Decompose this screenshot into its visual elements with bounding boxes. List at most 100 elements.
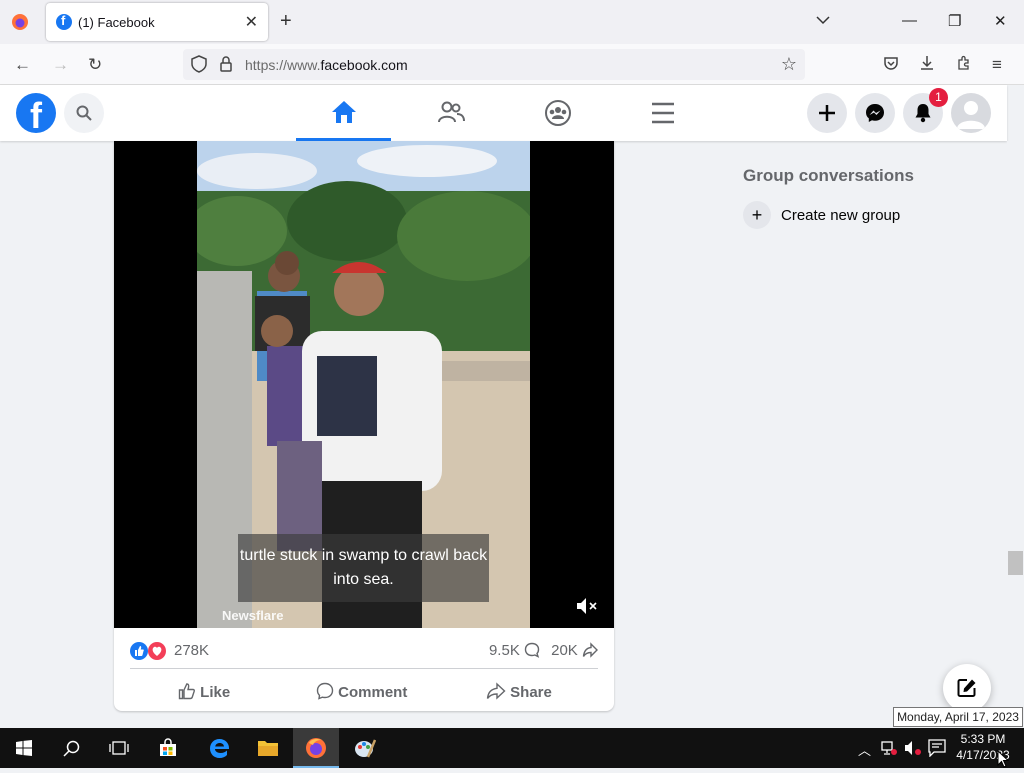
tab-title: (1) Facebook: [78, 15, 155, 30]
start-button[interactable]: [0, 728, 46, 768]
close-tab-icon[interactable]: ✕: [245, 12, 258, 32]
compose-icon: [957, 679, 976, 697]
friends-icon: [438, 101, 465, 123]
share-label: Share: [510, 684, 552, 701]
messenger-button[interactable]: [855, 93, 895, 133]
thumbs-up-icon: [178, 683, 195, 700]
windows-taskbar: ︿ 5:33 PM 4/17/2023: [0, 728, 1024, 768]
store-icon: [160, 738, 176, 756]
video-caption: turtle stuck in swamp to crawl back into…: [238, 534, 489, 602]
nav-groups-tab[interactable]: [510, 85, 605, 141]
home-icon: [332, 101, 356, 123]
groups-icon: [545, 100, 571, 126]
action-center-icon[interactable]: [928, 739, 946, 762]
video-post: turtle stuck in swamp to crawl back into…: [114, 141, 614, 711]
share-icon: [486, 682, 506, 700]
edge-icon: [210, 739, 229, 758]
shares-count-value: 20K: [551, 642, 578, 659]
comment-button[interactable]: Comment: [316, 682, 407, 701]
new-tab-button[interactable]: +: [280, 10, 292, 33]
nav-menu-tab[interactable]: [616, 85, 711, 141]
taskbar-search-button[interactable]: [48, 728, 94, 768]
love-reaction-icon[interactable]: [148, 642, 166, 665]
group-conversations-heading: Group conversations: [743, 166, 914, 185]
nav-friends-tab[interactable]: [403, 85, 498, 141]
video-player[interactable]: turtle stuck in swamp to crawl back into…: [114, 141, 614, 628]
search-icon: [63, 740, 80, 757]
restore-button[interactable]: ❐: [948, 12, 961, 30]
volume-muted-icon[interactable]: [904, 740, 922, 761]
url-bar[interactable]: https://www.facebook.com ☆: [183, 49, 805, 80]
search-icon: [76, 105, 92, 121]
show-hidden-icons-button[interactable]: ︿: [858, 740, 871, 759]
back-icon[interactable]: ←: [14, 55, 31, 75]
video-watermark: Newsflare: [222, 608, 284, 623]
taskbar-store[interactable]: [144, 728, 190, 768]
task-view-icon: [109, 741, 129, 755]
taskbar-firefox[interactable]: [293, 728, 339, 768]
search-button[interactable]: [64, 93, 104, 133]
hamburger-icon: [652, 102, 674, 124]
taskbar-paint[interactable]: [342, 728, 388, 768]
forward-icon[interactable]: →: [52, 55, 69, 75]
facebook-favicon-icon: [56, 13, 72, 30]
app-menu-icon[interactable]: ≡: [992, 55, 1002, 75]
share-arrow-icon: [582, 642, 598, 658]
list-all-tabs-icon[interactable]: [816, 12, 830, 30]
firefox-icon: [306, 738, 326, 758]
create-new-group-button[interactable]: + Create new group: [743, 201, 943, 231]
browser-navbar: ← → ↻ https://www.facebook.com ☆ ≡: [0, 44, 1024, 85]
post-actions: Like Comment Share: [130, 673, 598, 709]
comments-count[interactable]: 9.5K: [489, 642, 540, 659]
browser-tabbar: (1) Facebook ✕ + — ❐ ✕: [0, 0, 1024, 44]
new-message-button[interactable]: [943, 664, 991, 712]
messenger-icon: [866, 104, 884, 122]
firefox-menu-icon[interactable]: [10, 12, 30, 32]
lock-icon[interactable]: [219, 56, 233, 77]
share-button[interactable]: Share: [486, 682, 552, 701]
tab-facebook[interactable]: (1) Facebook ✕: [46, 3, 268, 41]
comments-count-value: 9.5K: [488, 642, 520, 659]
comment-label: Comment: [338, 684, 408, 701]
like-reaction-icon[interactable]: [130, 642, 148, 665]
notification-badge: 1: [929, 88, 948, 107]
minimize-button[interactable]: —: [902, 12, 917, 29]
page-scrollbar[interactable]: [1007, 141, 1024, 728]
account-avatar[interactable]: [951, 93, 991, 133]
bookmark-star-icon[interactable]: ☆: [781, 54, 797, 75]
shares-count[interactable]: 20K: [551, 642, 598, 659]
post-stats: 278K 9.5K 20K: [130, 637, 598, 669]
like-label: Like: [200, 684, 231, 701]
nav-home-tab[interactable]: [296, 85, 391, 141]
facebook-header: f 1: [0, 85, 1007, 141]
extensions-icon[interactable]: [956, 55, 972, 76]
bell-icon: [915, 104, 931, 123]
taskbar-file-explorer[interactable]: [244, 728, 290, 768]
reload-icon[interactable]: ↻: [88, 55, 102, 75]
pocket-icon[interactable]: [883, 55, 899, 76]
reactions-count[interactable]: 278K: [174, 642, 209, 659]
create-button[interactable]: [807, 93, 847, 133]
url-text: https://www.facebook.com: [245, 57, 408, 73]
facebook-logo[interactable]: f: [16, 93, 56, 133]
folder-icon: [258, 741, 278, 756]
plus-icon: +: [743, 201, 771, 229]
scrollbar-thumb[interactable]: [1008, 551, 1023, 575]
close-window-button[interactable]: ✕: [994, 12, 1007, 30]
task-view-button[interactable]: [96, 728, 142, 768]
mute-icon[interactable]: [576, 597, 598, 620]
notifications-button[interactable]: 1: [903, 88, 948, 133]
like-button[interactable]: Like: [178, 682, 230, 701]
date-tooltip: Monday, April 17, 2023: [893, 707, 1023, 727]
comment-icon: [316, 682, 334, 700]
downloads-icon[interactable]: [919, 55, 935, 76]
create-new-group-label: Create new group: [781, 207, 901, 224]
network-icon[interactable]: [880, 740, 898, 761]
taskbar-edge[interactable]: [196, 728, 242, 768]
tracking-protection-icon[interactable]: [191, 55, 207, 78]
paint-icon: [355, 739, 376, 758]
mouse-cursor-icon: [997, 749, 1010, 773]
default-avatar-icon: [957, 101, 985, 129]
comment-bubble-icon: [524, 642, 540, 658]
windows-logo-icon: [16, 740, 32, 756]
